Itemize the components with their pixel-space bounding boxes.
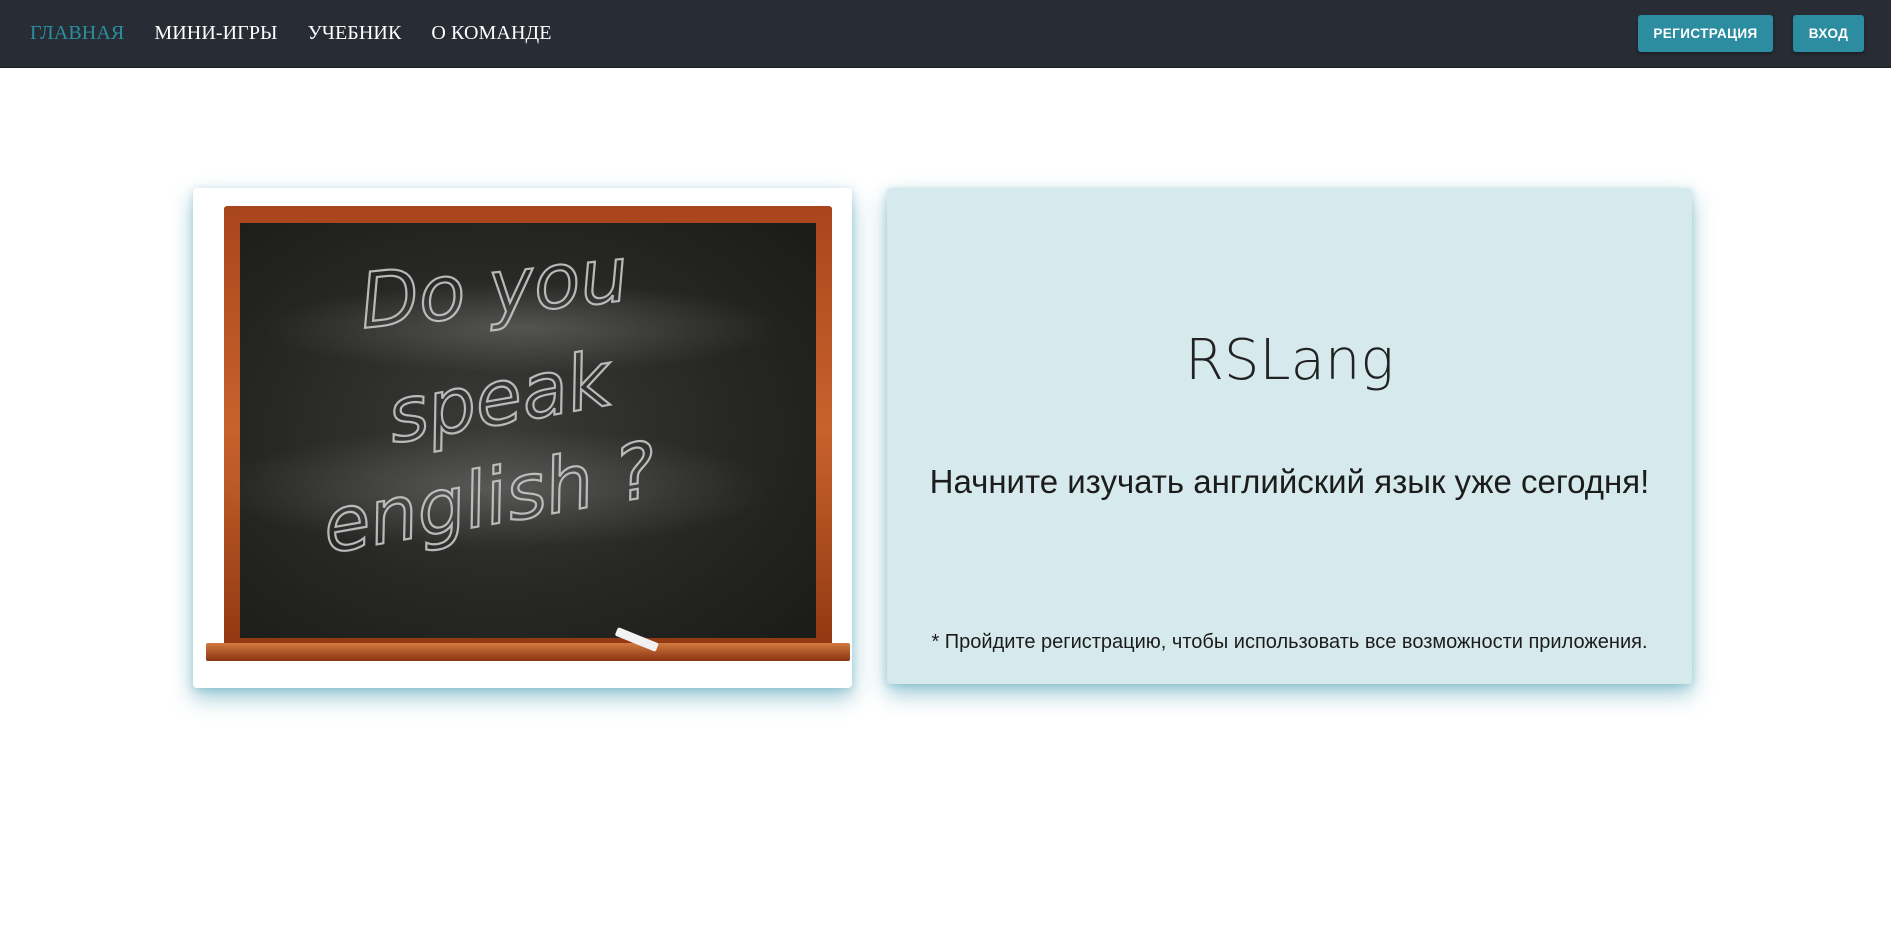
main-nav: ГЛАВНАЯ МИНИ-ИГРЫ УЧЕБНИК О КОМАНДЕ (30, 0, 582, 67)
intro-subtitle: Начните изучать английский язык уже сего… (929, 463, 1650, 500)
chalkboard-image-card: Do you speak english ? (193, 188, 852, 688)
register-button[interactable]: РЕГИСТРАЦИЯ (1638, 15, 1773, 52)
nav-link-textbook[interactable]: УЧЕБНИК (308, 22, 402, 45)
chalkboard-image: Do you speak english ? (206, 206, 850, 661)
intro-card: RSLang Начните изучать английский язык у… (887, 188, 1692, 684)
login-button[interactable]: ВХОД (1793, 15, 1864, 52)
app-title: RSLang (1184, 328, 1395, 393)
nav-link-about-team[interactable]: О КОМАНДЕ (431, 22, 551, 45)
top-navigation-bar: ГЛАВНАЯ МИНИ-ИГРЫ УЧЕБНИК О КОМАНДЕ РЕГИ… (0, 0, 1891, 68)
chalkboard-ledge (206, 643, 850, 661)
registration-note: * Пройдите регистрацию, чтобы использова… (931, 631, 1648, 653)
nav-link-home[interactable]: ГЛАВНАЯ (30, 22, 124, 45)
nav-link-mini-games[interactable]: МИНИ-ИГРЫ (154, 22, 277, 45)
